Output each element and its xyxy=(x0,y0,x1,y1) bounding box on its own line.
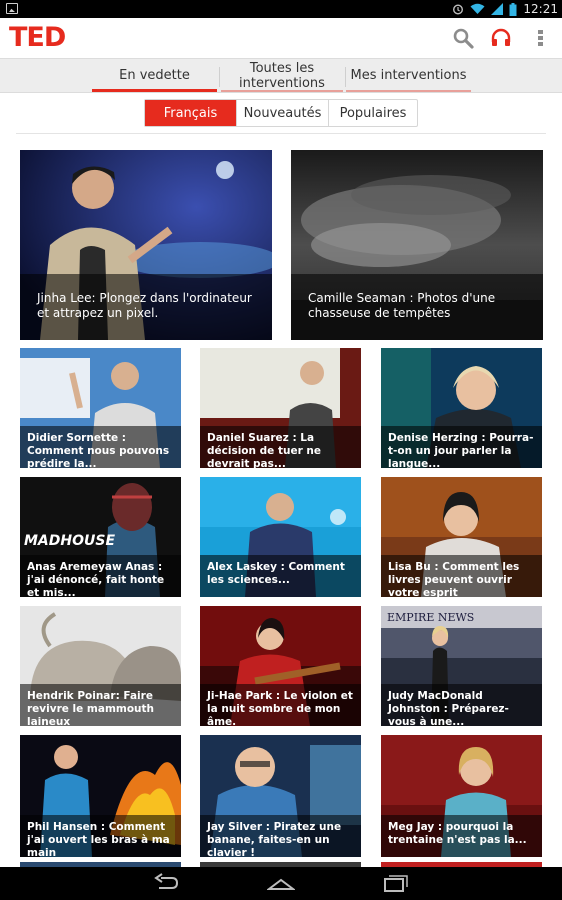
back-icon[interactable] xyxy=(153,873,181,893)
talk-caption: Meg Jay : pourquoi la trentaine n'est pa… xyxy=(381,815,542,857)
search-icon[interactable] xyxy=(451,26,475,50)
ted-logo[interactable]: TED xyxy=(9,23,66,53)
filter-new[interactable]: Nouveautés xyxy=(236,100,328,126)
talk-card[interactable]: Hendrik Poinar: Faire revivre le mammout… xyxy=(20,606,181,726)
tab-underline xyxy=(221,90,343,92)
talk-title: Jinha Lee: Plongez dans l'ordinateur et … xyxy=(37,291,252,320)
language-filter: Français Nouveautés Populaires xyxy=(144,99,418,127)
featured-talk-card[interactable]: Camille Seaman : Photos d'une chasseuse … xyxy=(291,150,543,340)
tab-my-talks[interactable]: Mes interventions xyxy=(346,59,471,92)
talk-title: Didier Sornette : Comment nous pouvons p… xyxy=(27,432,170,468)
talk-caption: Camille Seaman : Photos d'une chasseuse … xyxy=(291,274,543,340)
talk-title: Camille Seaman : Photos d'une chasseuse … xyxy=(308,291,496,320)
talk-caption: Jay Silver : Piratez une banane, faites-… xyxy=(200,815,361,857)
talk-caption: Lisa Bu : Comment les livres peuvent ouv… xyxy=(381,555,542,597)
home-icon[interactable] xyxy=(267,873,295,893)
talk-title: Phil Hansen : Comment j'ai ouvert les br… xyxy=(27,821,170,857)
tab-all-talks[interactable]: Toutes les interventions xyxy=(221,59,343,92)
talk-caption: Anas Aremeyaw Anas : j'ai dénoncé, fait … xyxy=(20,555,181,597)
filter-french[interactable]: Français xyxy=(145,100,236,126)
talk-caption: Phil Hansen : Comment j'ai ouvert les br… xyxy=(20,815,181,857)
talk-card[interactable]: Daniel Suarez : La décision de tuer ne d… xyxy=(200,348,361,468)
talk-card[interactable]: Didier Sornette : Comment nous pouvons p… xyxy=(20,348,181,468)
tab-featured[interactable]: En vedette xyxy=(92,59,217,92)
talk-caption: Ji-Hae Park : Le violon et la nuit sombr… xyxy=(200,684,361,726)
talk-card[interactable]: Phil Hansen : Comment j'ai ouvert les br… xyxy=(20,735,181,857)
talk-card[interactable]: Ji-Hae Park : Le violon et la nuit sombr… xyxy=(200,606,361,726)
talk-caption: Denise Herzing : Pourra-t-on un jour par… xyxy=(381,426,542,468)
talk-title: Anas Aremeyaw Anas : j'ai dénoncé, fait … xyxy=(27,561,165,597)
filter-popular[interactable]: Populaires xyxy=(328,100,417,126)
status-clock: 12:21 xyxy=(523,2,558,16)
talk-caption: Hendrik Poinar: Faire revivre le mammout… xyxy=(20,684,181,726)
talk-card[interactable]: Lisa Bu : Comment les livres peuvent ouv… xyxy=(381,477,542,597)
talk-card[interactable]: Jay Silver : Piratez une banane, faites-… xyxy=(200,735,361,857)
talk-caption: Jinha Lee: Plongez dans l'ordinateur et … xyxy=(20,274,272,340)
talk-title: Jay Silver : Piratez une banane, faites-… xyxy=(207,821,342,857)
talk-title: Ji-Hae Park : Le violon et la nuit sombr… xyxy=(207,690,353,726)
talk-title: Hendrik Poinar: Faire revivre le mammout… xyxy=(27,690,155,726)
talk-title: Meg Jay : pourquoi la trentaine n'est pa… xyxy=(388,821,527,846)
gallery-notification-icon xyxy=(6,3,18,14)
active-tab-indicator xyxy=(92,89,217,92)
empire-news-text: EMPIRE NEWS xyxy=(387,611,474,624)
talk-title: Alex Laskey : Comment les sciences... xyxy=(207,561,345,586)
talk-title: Daniel Suarez : La décision de tuer ne d… xyxy=(207,432,321,468)
overflow-menu-icon[interactable] xyxy=(529,26,553,50)
talk-title: Lisa Bu : Comment les livres peuvent ouv… xyxy=(388,561,520,597)
status-bar: 12:21 xyxy=(0,0,562,18)
battery-icon xyxy=(509,2,517,16)
main-tabs: En vedette Toutes les interventions Mes … xyxy=(0,58,562,93)
talk-caption: Judy MacDonald Johnston : Préparez-vous … xyxy=(381,684,542,726)
talk-card[interactable]: Denise Herzing : Pourra-t-on un jour par… xyxy=(381,348,542,468)
talk-caption: Alex Laskey : Comment les sciences... xyxy=(200,555,361,597)
talk-card[interactable]: Meg Jay : pourquoi la trentaine n'est pa… xyxy=(381,735,542,857)
recent-apps-icon[interactable] xyxy=(381,873,409,893)
system-navigation-bar xyxy=(0,867,562,900)
action-bar: TED xyxy=(0,18,562,58)
tab-underline xyxy=(346,90,471,92)
tab-divider xyxy=(219,67,220,87)
alarm-icon xyxy=(453,4,464,15)
talk-caption: Daniel Suarez : La décision de tuer ne d… xyxy=(200,426,361,468)
talk-card[interactable]: EMPIRE NEWS Judy MacDonald Johnston : Pr… xyxy=(381,606,542,726)
featured-talk-card[interactable]: Jinha Lee: Plongez dans l'ordinateur et … xyxy=(20,150,272,340)
talk-card[interactable]: Alex Laskey : Comment les sciences... xyxy=(200,477,361,597)
divider xyxy=(16,133,546,134)
wifi-icon xyxy=(470,3,485,14)
talk-title: Judy MacDonald Johnston : Préparez-vous … xyxy=(388,690,509,726)
talk-card[interactable]: MADHOUSE Anas Aremeyaw Anas : j'ai dénon… xyxy=(20,477,181,597)
signal-icon xyxy=(491,3,504,15)
headphones-icon[interactable] xyxy=(489,26,513,50)
talk-title: Denise Herzing : Pourra-t-on un jour par… xyxy=(388,432,534,468)
talk-caption: Didier Sornette : Comment nous pouvons p… xyxy=(20,426,181,468)
madhouse-text: MADHOUSE xyxy=(24,533,115,549)
